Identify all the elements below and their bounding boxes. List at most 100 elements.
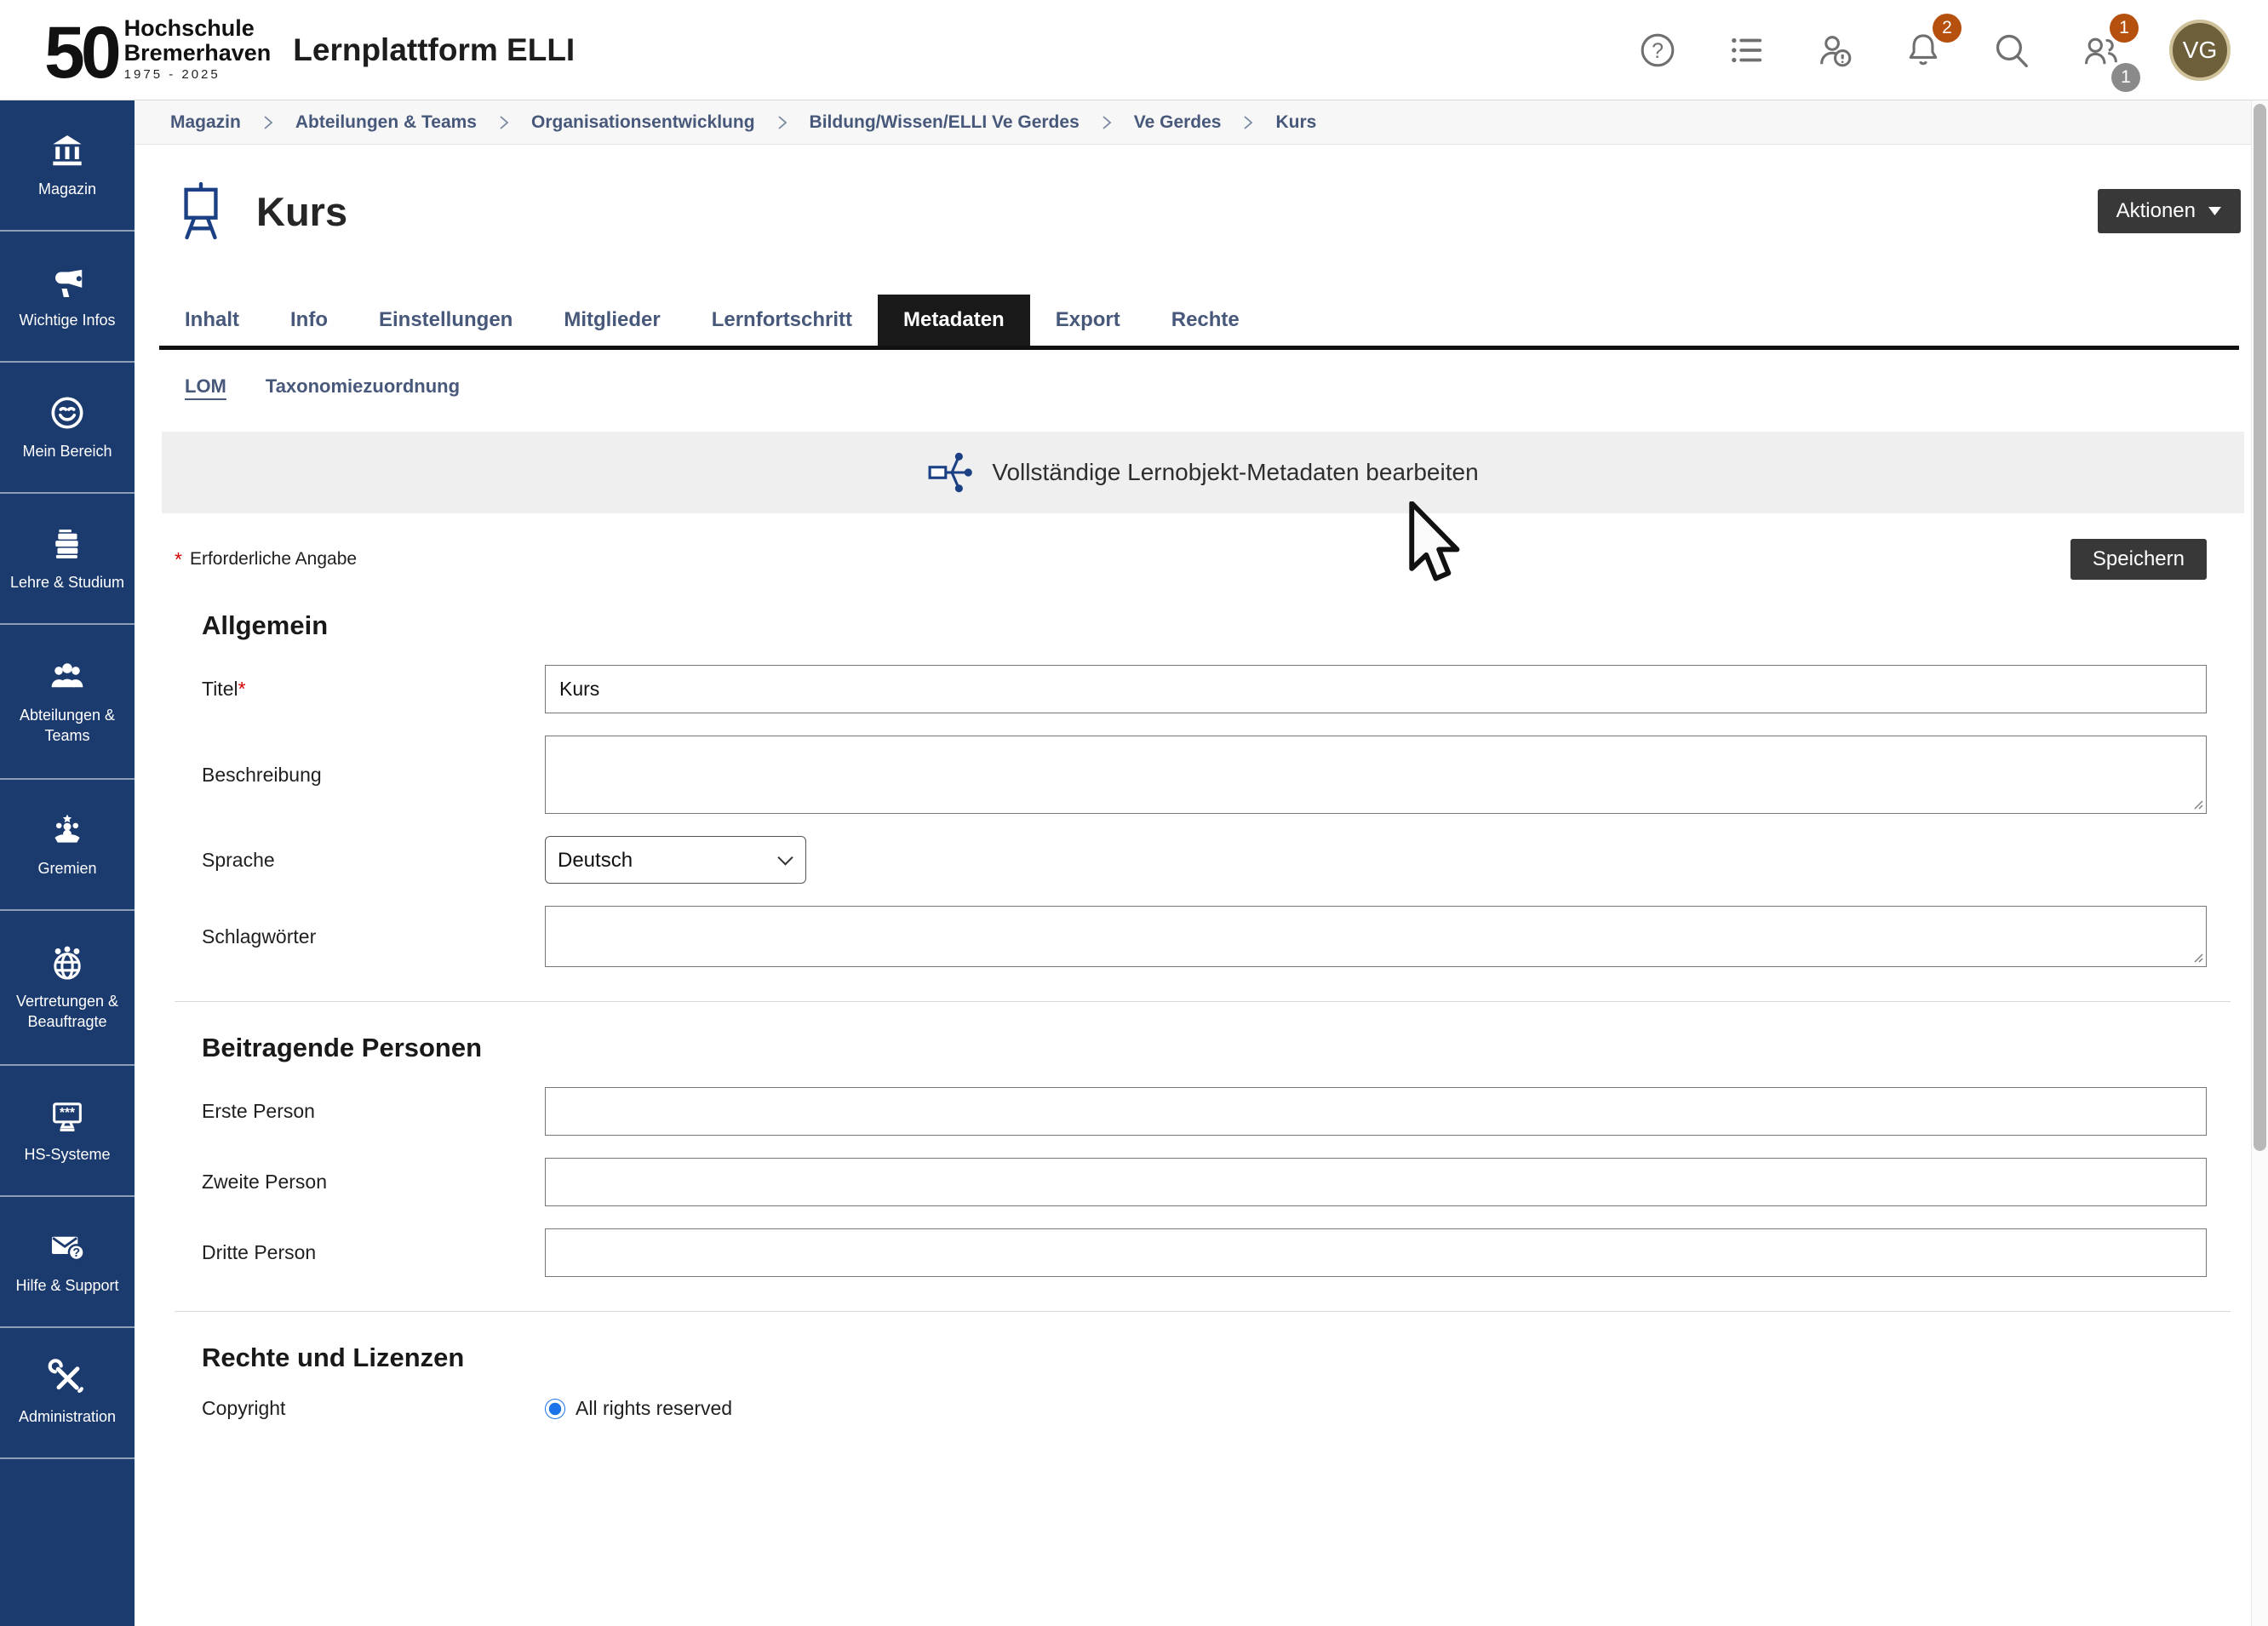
breadcrumb-item-organisationsentwicklung[interactable]: Organisationsentwicklung	[531, 112, 755, 133]
tools-icon	[48, 1359, 87, 1398]
sidebar-item-gremien[interactable]: Gremien	[0, 780, 135, 911]
globe-people-icon	[48, 943, 87, 982]
form-row-beschreibung: Beschreibung	[162, 736, 2207, 814]
sidebar-item-label: Mein Bereich	[22, 442, 112, 461]
metadata-hub-icon	[927, 449, 973, 495]
required-hint: Erforderliche Angabe	[190, 549, 357, 570]
contacts-badge-bottom: 1	[2111, 63, 2140, 92]
notifications-bell-icon[interactable]: 2	[1904, 31, 1943, 70]
copyright-radio-option[interactable]: All rights reserved	[545, 1397, 2207, 1420]
beschreibung-textarea[interactable]	[545, 736, 2207, 814]
sidebar-item-abteilungen-teams[interactable]: Abteilungen & Teams	[0, 625, 135, 780]
monitor-icon: ***	[48, 1096, 87, 1136]
scrollbar-thumb[interactable]	[2254, 104, 2266, 1151]
header-icon-bar: ? 2	[1638, 20, 2231, 81]
edit-full-metadata-banner[interactable]: Vollständige Lernobjekt-Metadaten bearbe…	[162, 432, 2244, 513]
sidebar-item-label: Wichtige Infos	[19, 311, 115, 330]
form-row-sprache: Sprache Deutsch	[162, 836, 2207, 884]
breadcrumb: Magazin Abteilungen & Teams Organisation…	[135, 100, 2251, 145]
tab-rechte[interactable]: Rechte	[1146, 295, 1265, 346]
schlagwoerter-textarea[interactable]	[545, 906, 2207, 967]
form-row-schlagwoerter: Schlagwörter	[162, 906, 2207, 967]
breadcrumb-item-bildung-wissen[interactable]: Bildung/Wissen/ELLI Ve Gerdes	[810, 112, 1080, 133]
mail-question-glyph: ?	[72, 1246, 80, 1260]
bank-icon	[48, 131, 87, 170]
search-icon[interactable]	[1992, 31, 2031, 70]
chevron-right-icon	[498, 114, 510, 131]
tab-mitglieder[interactable]: Mitglieder	[538, 295, 685, 346]
section-divider	[175, 1001, 2231, 1002]
form-row-zweite-person: Zweite Person	[162, 1158, 2207, 1206]
contacts-icon[interactable]: 1 1	[2081, 31, 2120, 70]
subtab-bar: LOM Taxonomiezuordnung	[135, 350, 2251, 401]
save-button[interactable]: Speichern	[2070, 539, 2207, 580]
sprache-label: Sprache	[162, 849, 545, 872]
section-divider	[175, 1311, 2231, 1312]
beschreibung-label: Beschreibung	[162, 764, 545, 787]
tab-lernfortschritt[interactable]: Lernfortschritt	[686, 295, 878, 346]
people-group-icon	[48, 657, 87, 696]
caret-down-icon	[2208, 206, 2222, 216]
contacts-badge-top: 1	[2110, 14, 2139, 43]
required-asterisk: *	[175, 548, 182, 571]
subtab-taxonomiezuordnung[interactable]: Taxonomiezuordnung	[266, 375, 460, 401]
sidebar-item-label: Gremien	[37, 859, 96, 879]
logo-50: 50	[44, 23, 117, 83]
chevron-right-icon	[776, 114, 788, 131]
required-asterisk: *	[238, 678, 246, 700]
main-sidebar: Magazin Wichtige Infos Mein Bereich	[0, 100, 135, 1626]
sidebar-item-wichtige-infos[interactable]: Wichtige Infos	[0, 232, 135, 363]
chevron-right-icon	[1242, 114, 1254, 131]
sidebar-item-hs-systeme[interactable]: *** HS-Systeme	[0, 1066, 135, 1197]
sprache-select[interactable]: Deutsch	[545, 836, 806, 884]
sidebar-item-magazin[interactable]: Magazin	[0, 100, 135, 232]
actions-button-label: Aktionen	[2116, 199, 2196, 223]
main-content: Magazin Abteilungen & Teams Organisation…	[135, 100, 2251, 1626]
avatar[interactable]: VG	[2169, 20, 2231, 81]
copyright-option-label: All rights reserved	[576, 1397, 732, 1420]
tab-info[interactable]: Info	[265, 295, 353, 346]
tab-export[interactable]: Export	[1030, 295, 1146, 346]
sidebar-item-lehre-studium[interactable]: Lehre & Studium	[0, 494, 135, 625]
sidebar-item-label: Hilfe & Support	[15, 1276, 118, 1296]
tab-inhalt[interactable]: Inhalt	[159, 295, 265, 346]
breadcrumb-item-magazin[interactable]: Magazin	[170, 112, 241, 133]
breadcrumb-item-abteilungen-teams[interactable]: Abteilungen & Teams	[295, 112, 477, 133]
logo-text: Hochschule Bremerhaven 1975 - 2025	[124, 16, 272, 83]
sidebar-item-hilfe-support[interactable]: ? Hilfe & Support	[0, 1197, 135, 1328]
subtab-lom[interactable]: LOM	[185, 375, 226, 401]
tab-einstellungen[interactable]: Einstellungen	[353, 295, 538, 346]
sidebar-item-mein-bereich[interactable]: Mein Bereich	[0, 363, 135, 494]
books-icon	[48, 524, 87, 564]
breadcrumb-item-kurs[interactable]: Kurs	[1275, 112, 1316, 133]
actions-button[interactable]: Aktionen	[2098, 189, 2241, 233]
titel-label: Titel*	[162, 678, 545, 701]
user-alert-icon[interactable]	[1815, 31, 1854, 70]
sidebar-item-vertretungen-beauftragte[interactable]: Vertretungen & Beauftragte	[0, 911, 135, 1066]
sidebar-item-label: Vertretungen & Beauftragte	[3, 992, 131, 1032]
sidebar-item-administration[interactable]: Administration	[0, 1328, 135, 1459]
dritte-person-label: Dritte Person	[162, 1241, 545, 1264]
tab-metadaten[interactable]: Metadaten	[878, 295, 1030, 346]
zweite-person-input[interactable]	[545, 1158, 2207, 1206]
dritte-person-input[interactable]	[545, 1228, 2207, 1277]
breadcrumb-item-ve-gerdes[interactable]: Ve Gerdes	[1134, 112, 1222, 133]
mail-question-icon: ?	[48, 1228, 87, 1267]
hochschule-bremerhaven-logo[interactable]: 50 Hochschule Bremerhaven 1975 - 2025	[44, 16, 271, 83]
banner-label: Vollständige Lernobjekt-Metadaten bearbe…	[992, 459, 1478, 486]
monitor-glyph: ***	[60, 1106, 75, 1120]
erste-person-label: Erste Person	[162, 1100, 545, 1123]
section-title-allgemein: Allgemein	[202, 610, 2251, 641]
vertical-scrollbar[interactable]	[2251, 100, 2268, 1626]
page-title-row: Kurs Aktionen	[135, 145, 2251, 262]
form-row-dritte-person: Dritte Person	[162, 1228, 2207, 1277]
bell-badge: 2	[1933, 14, 1962, 43]
schlagwoerter-label: Schlagwörter	[162, 925, 545, 948]
help-icon[interactable]: ?	[1638, 31, 1677, 70]
list-menu-icon[interactable]	[1727, 31, 1766, 70]
titel-input[interactable]	[545, 665, 2207, 713]
megaphone-icon	[48, 262, 87, 301]
sidebar-item-label: Administration	[19, 1407, 116, 1427]
erste-person-input[interactable]	[545, 1087, 2207, 1136]
copyright-radio[interactable]	[545, 1399, 565, 1419]
